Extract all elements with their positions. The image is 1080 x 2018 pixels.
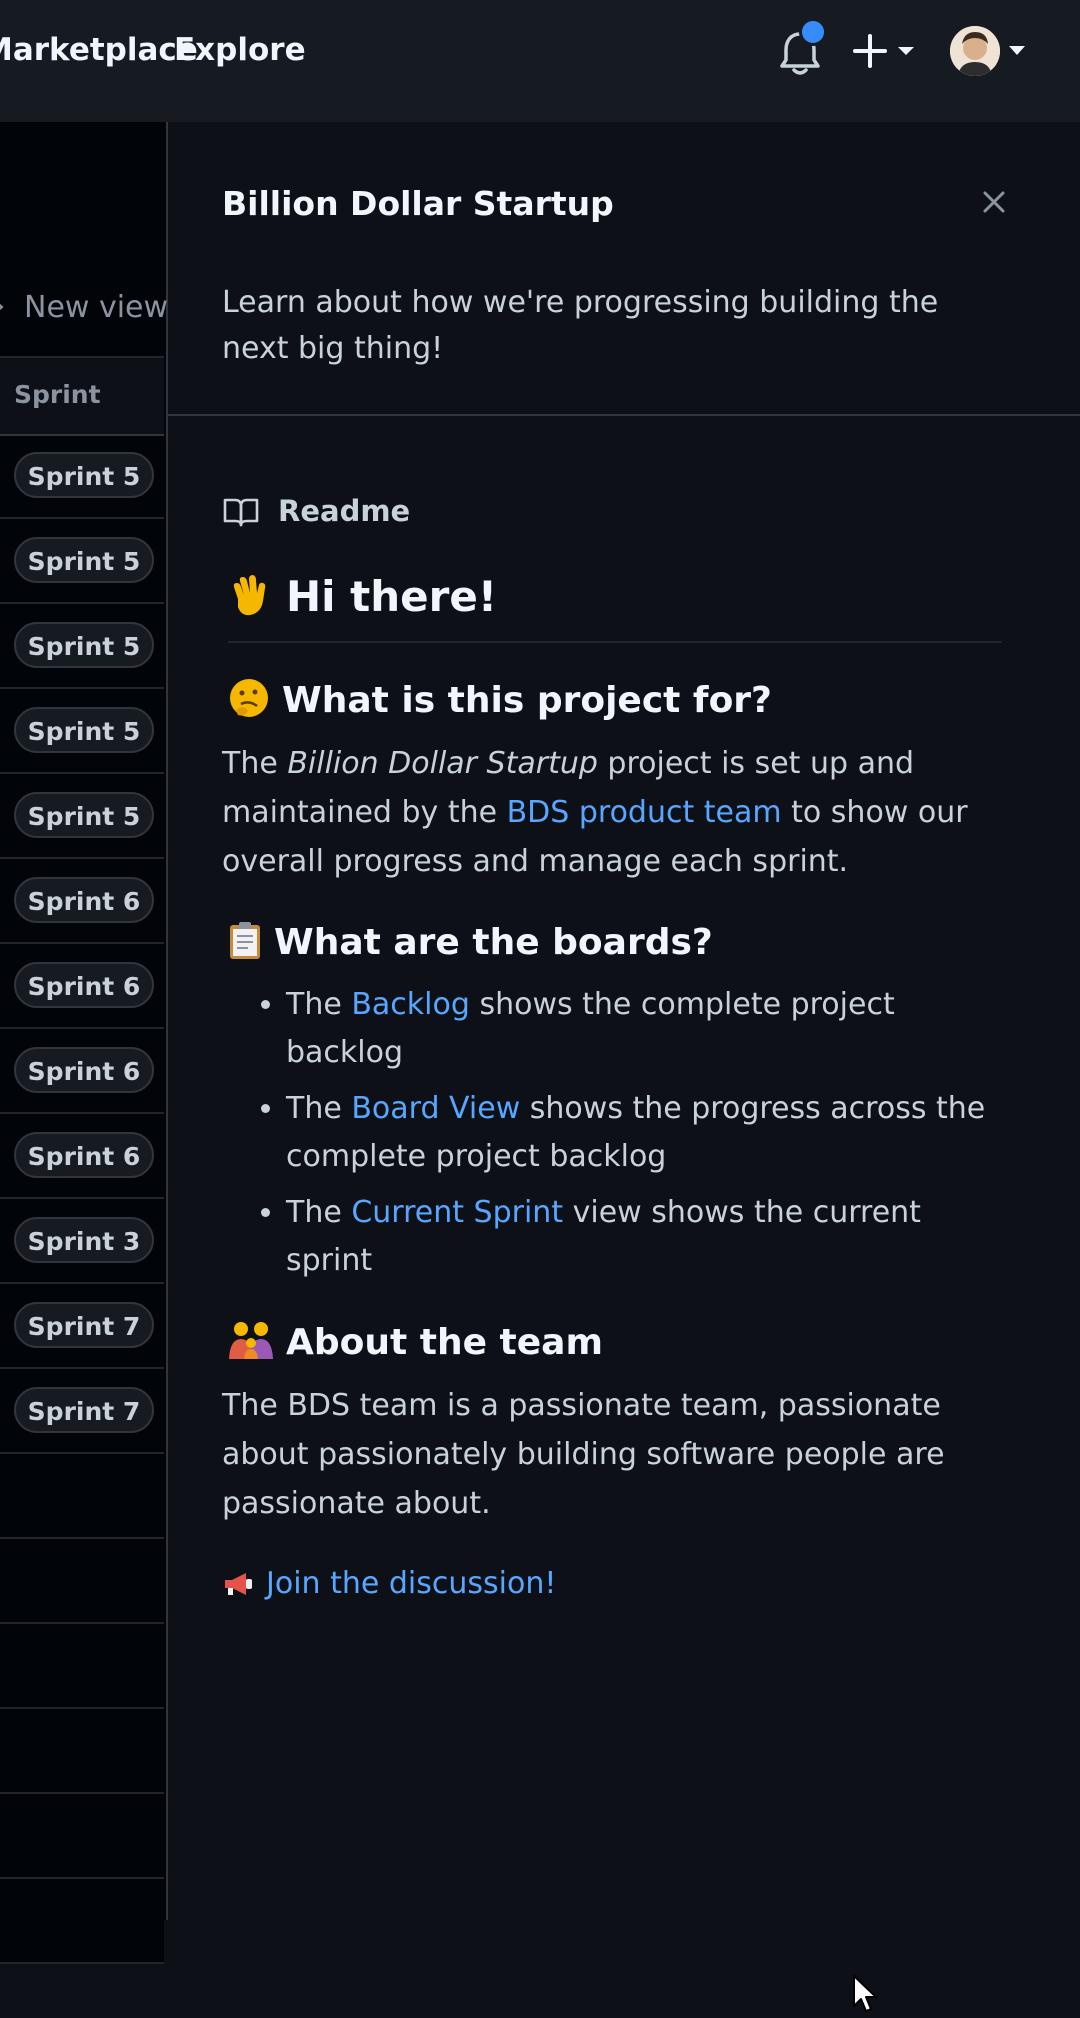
join-discussion-link[interactable]: Join the discussion!: [266, 1566, 556, 1601]
create-new-button[interactable]: [852, 30, 922, 74]
chevron-down-icon: [1009, 46, 1025, 55]
table-row: Sprint 5: [0, 519, 164, 604]
text: The: [222, 746, 288, 781]
thinking-face-icon: [228, 677, 270, 721]
sprint-field-pill[interactable]: Sprint 7: [14, 1302, 154, 1348]
top-nav-bar: Marketplace Explore: [0, 0, 1080, 122]
table-row: Sprint 5: [0, 689, 164, 774]
readme-h2-team: About the team: [228, 1319, 1002, 1363]
list-item: The Backlog shows the complete project b…: [286, 981, 1002, 1077]
column-header-sprint[interactable]: Sprint: [0, 356, 164, 436]
readme-content: Hi there! What is this project for? The …: [222, 572, 1002, 1601]
column-header-label: Sprint: [14, 380, 101, 409]
text: The: [286, 1091, 352, 1126]
readme-h2-team-text: About the team: [286, 1322, 603, 1363]
join-discussion-row: Join the discussion!: [222, 1566, 1002, 1601]
sprint-field-pill[interactable]: Sprint 6: [14, 877, 154, 923]
sprint-field-pill[interactable]: Sprint 6: [14, 1047, 154, 1093]
sprint-field-pill[interactable]: Sprint 5: [14, 792, 154, 838]
table-row-empty: [0, 1454, 164, 1539]
family-icon: [228, 1319, 274, 1363]
table-row: Sprint 6: [0, 859, 164, 944]
list-item: The Board View shows the progress across…: [286, 1085, 1002, 1181]
sprint-field-pill[interactable]: Sprint 5: [14, 537, 154, 583]
table-row: Sprint 7: [0, 1284, 164, 1369]
table-row: Sprint 5: [0, 774, 164, 859]
table-row: Sprint 5: [0, 604, 164, 689]
project-table: New view Sprint Sprint 5 Sprint 5 Sprint…: [0, 122, 169, 1964]
readme-h2-what-text: What is this project for?: [282, 680, 772, 721]
plus-icon: [853, 34, 914, 68]
sprint-field-pill[interactable]: Sprint 6: [14, 962, 154, 1008]
nav-explore[interactable]: Explore: [174, 32, 306, 68]
current-sprint-link[interactable]: Current Sprint: [351, 1195, 563, 1230]
clipboard-icon: [228, 920, 262, 963]
readme-h2-boards-text: What are the boards?: [274, 922, 713, 963]
panel-description: Learn about how we're progressing buildi…: [222, 285, 939, 366]
readme-what-paragraph: The Billion Dollar Startup project is se…: [222, 739, 1002, 886]
table-row: Sprint 6: [0, 944, 164, 1029]
bds-product-team-link[interactable]: BDS product team: [507, 795, 782, 830]
sprint-field-pill[interactable]: Sprint 5: [14, 707, 154, 753]
table-row-empty: [0, 1879, 164, 1964]
sprint-field-pill[interactable]: Sprint 7: [14, 1387, 154, 1433]
mouse-cursor-icon: [852, 1974, 878, 2014]
project-name-emphasis: Billion Dollar Startup: [287, 746, 598, 781]
panel-title: Billion Dollar Startup: [222, 184, 614, 223]
readme-h2-what: What is this project for?: [228, 677, 1002, 721]
readme-team-paragraph: The BDS team is a passionate team, passi…: [222, 1388, 945, 1521]
sprint-field-pill[interactable]: Sprint 6: [14, 1132, 154, 1178]
table-row-empty: [0, 1539, 164, 1624]
readme-h1: Hi there!: [228, 572, 1002, 643]
user-menu-button[interactable]: [950, 26, 1030, 78]
avatar: [950, 26, 1000, 76]
new-view-label: New view: [24, 290, 169, 325]
table-row-empty: [0, 1624, 164, 1709]
sprint-field-pill[interactable]: Sprint 5: [14, 622, 154, 668]
table-row: Sprint 6: [0, 1114, 164, 1199]
close-icon: [983, 191, 1005, 213]
table-row: Sprint 7: [0, 1369, 164, 1454]
nav-marketplace[interactable]: Marketplace: [0, 32, 198, 68]
sprint-field-pill[interactable]: Sprint 3: [14, 1217, 154, 1263]
list-item: The Current Sprint view shows the curren…: [286, 1189, 1002, 1285]
table-row-empty: [0, 1794, 164, 1879]
divider: [168, 414, 1080, 416]
table-rows: Sprint 5 Sprint 5 Sprint 5 Sprint 5 Spri…: [0, 434, 164, 1964]
table-row-empty: [0, 1709, 164, 1794]
sprint-field-pill[interactable]: Sprint 5: [14, 452, 154, 498]
readme-label: Readme: [278, 494, 411, 528]
table-row: Sprint 6: [0, 1029, 164, 1114]
readme-h2-boards: What are the boards?: [228, 920, 1002, 963]
backlog-link[interactable]: Backlog: [351, 987, 470, 1022]
project-details-panel: Billion Dollar Startup Learn about how w…: [168, 122, 1080, 2012]
table-row: Sprint 5: [0, 434, 164, 519]
waving-hand-icon: [228, 572, 274, 621]
notification-dot: [799, 18, 827, 46]
readme-heading: Readme: [222, 494, 410, 528]
text: The: [286, 987, 352, 1022]
boards-list: The Backlog shows the complete project b…: [222, 981, 1002, 1285]
plus-icon: [0, 290, 6, 332]
board-view-link[interactable]: Board View: [351, 1091, 520, 1126]
table-row: Sprint 3: [0, 1199, 164, 1284]
readme-h1-text: Hi there!: [286, 572, 497, 621]
text: The: [286, 1195, 352, 1230]
megaphone-icon: [222, 1566, 254, 1601]
close-panel-button[interactable]: [976, 184, 1012, 220]
